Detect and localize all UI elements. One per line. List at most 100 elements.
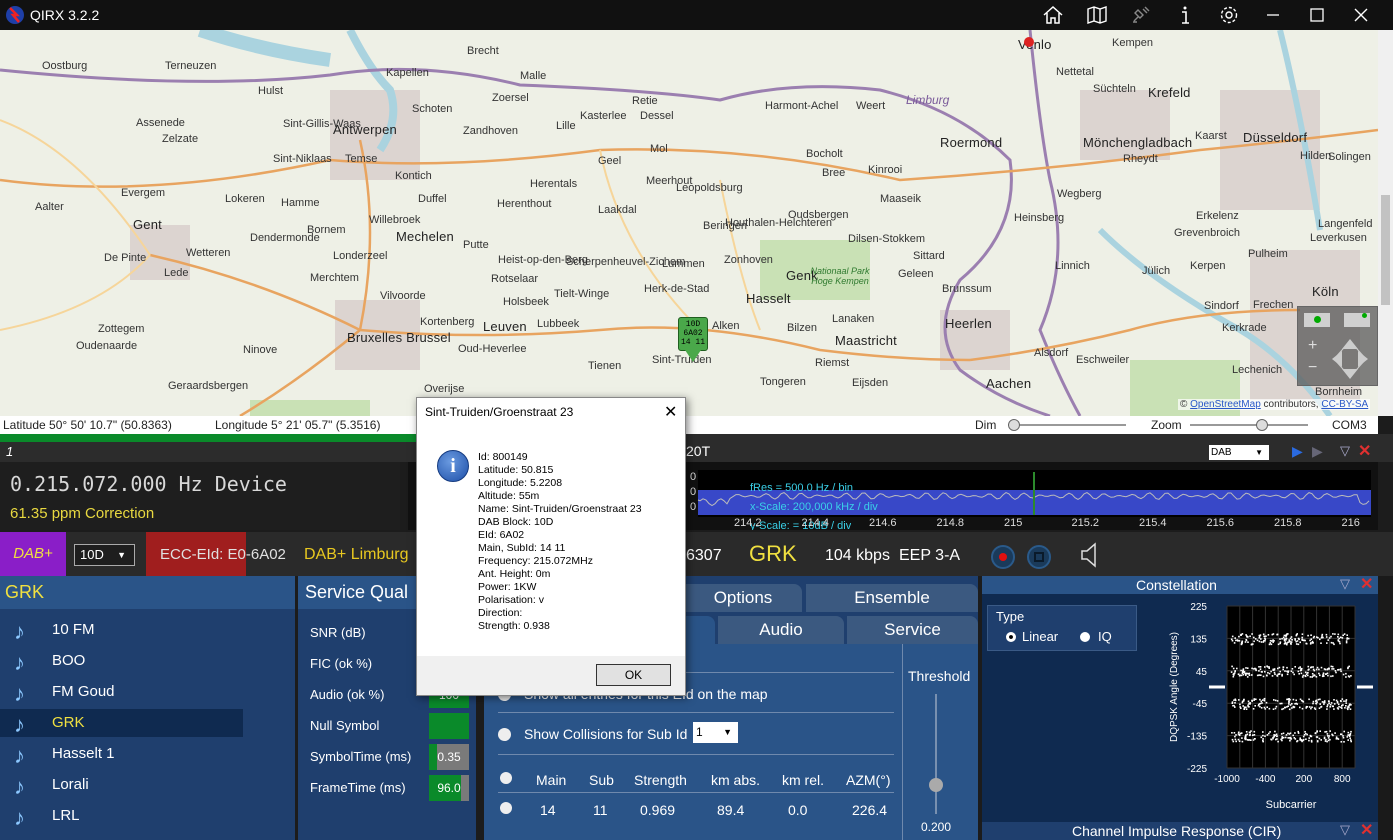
tab-ensemble[interactable]: Ensemble <box>806 584 978 612</box>
constellation-point <box>1304 671 1307 674</box>
constellation-point <box>1274 699 1277 702</box>
close-panel-icon[interactable]: ✕ <box>1360 820 1373 840</box>
quality-label: SymbolTime (ms) <box>310 749 412 764</box>
constellation-point <box>1276 735 1278 737</box>
scrollbar-thumb[interactable] <box>1381 195 1390 305</box>
constellation-point <box>1281 708 1283 711</box>
map-place-label: Hulst <box>258 85 284 97</box>
speaker-icon[interactable] <box>1078 542 1102 568</box>
transmitter-marker[interactable]: 10D 6A02 14 11 <box>678 317 708 351</box>
header-checkbox[interactable] <box>500 772 512 784</box>
zoom-in-icon[interactable]: + <box>1308 337 1317 355</box>
constellation-point <box>1282 707 1285 710</box>
spec-xtick: 214.8 <box>936 517 965 529</box>
y-tick-label: -45 <box>1193 699 1208 710</box>
mode-select[interactable]: DAB ▼ <box>1209 445 1269 460</box>
service-list-item[interactable]: ♪ LRL <box>0 802 243 830</box>
service-list-item[interactable]: ♪ 10 FM <box>0 616 243 644</box>
service-list-item[interactable]: ♪ FM Goud <box>0 678 243 706</box>
constellation-point <box>1342 735 1344 737</box>
home-icon[interactable] <box>1041 4 1065 26</box>
map-place-label: Lechenich <box>1232 364 1283 376</box>
constellation-point <box>1233 732 1236 734</box>
map-place-label: Roermond <box>940 135 1003 150</box>
constellation-point <box>1264 666 1266 668</box>
spec-xtick: 214.4 <box>801 517 830 529</box>
constellation-point <box>1341 704 1343 707</box>
constellation-point <box>1314 708 1317 710</box>
layer-toggle-button[interactable] <box>1304 313 1330 327</box>
row-checkbox[interactable] <box>500 802 512 814</box>
collapse-icon[interactable]: ▽ <box>1340 822 1350 838</box>
dim-slider-thumb[interactable] <box>1008 419 1020 431</box>
constellation-point <box>1327 639 1329 641</box>
map-icon[interactable] <box>1085 4 1109 26</box>
map-place-label: Linnich <box>1055 260 1090 272</box>
play-icon[interactable]: ▶ <box>1292 443 1303 460</box>
layer-toggle-button[interactable] <box>1344 313 1370 327</box>
record-button[interactable] <box>991 545 1015 569</box>
map-place-label: Oostburg <box>42 60 88 72</box>
tab-active[interactable] <box>684 616 715 644</box>
constellation-point <box>1346 736 1349 738</box>
dialog-line: Latitude: 50.815 <box>478 464 554 476</box>
threshold-slider-thumb[interactable] <box>929 778 943 792</box>
zoom-out-icon[interactable]: − <box>1308 359 1317 377</box>
constellation-point <box>1265 635 1267 637</box>
constellation-point <box>1341 637 1344 639</box>
constellation-point <box>1318 672 1320 675</box>
constellation-point <box>1262 740 1264 743</box>
collapse-icon[interactable]: ▽ <box>1340 576 1350 592</box>
step-icon[interactable]: ▶ <box>1312 443 1323 460</box>
close-panel-icon[interactable]: ✕ <box>1360 574 1373 594</box>
map-view[interactable]: Oostburg Terneuzen Hulst Brecht Kapellen Mall… <box>0 30 1378 416</box>
service-list-item[interactable]: ♪ Hasselt 1 <box>0 740 243 768</box>
constellation-point <box>1260 641 1263 643</box>
threshold-slider[interactable] <box>929 694 943 814</box>
map-place-label: Erkelenz <box>1196 210 1239 222</box>
service-list-item[interactable]: ♪ BOO <box>0 647 243 675</box>
collapse-icon[interactable]: ▽ <box>1340 443 1350 459</box>
tab-audio[interactable]: Audio <box>718 616 844 644</box>
tab-service[interactable]: Service <box>847 616 978 644</box>
info-icon[interactable] <box>1173 4 1197 26</box>
constellation-point <box>1347 739 1349 741</box>
spec-xtick: 215 <box>1004 517 1023 529</box>
osm-link[interactable]: OpenStreetMap <box>1190 399 1261 410</box>
show-collisions-radio[interactable] <box>498 728 511 741</box>
service-list-item[interactable]: ♪ Lorali <box>0 771 243 799</box>
map-scrollbar[interactable] <box>1378 30 1393 416</box>
zoom-slider-thumb[interactable] <box>1255 419 1268 431</box>
spec-xtick: 214.6 <box>869 517 897 529</box>
minimize-icon[interactable] <box>1261 4 1285 26</box>
constellation-point <box>1294 738 1297 740</box>
constellation-point <box>1321 635 1323 637</box>
constellation-point <box>1326 668 1329 671</box>
constellation-point <box>1282 666 1285 668</box>
stop-button[interactable] <box>1027 545 1051 569</box>
dialog-close-icon[interactable]: ✕ <box>664 402 677 422</box>
dialog-line: Ant. Height: 0m <box>478 568 551 580</box>
constellation-point <box>1253 640 1255 643</box>
tab-options[interactable]: Options <box>684 584 802 612</box>
close-icon[interactable] <box>1349 4 1373 26</box>
constellation-point <box>1258 666 1260 668</box>
gear-icon[interactable] <box>1217 4 1241 26</box>
close-panel-icon[interactable]: ✕ <box>1358 441 1371 461</box>
license-link[interactable]: CC-BY-SA <box>1321 399 1368 410</box>
map-place-label: Leuven <box>483 319 527 334</box>
longitude-readout: Longitude 5° 21' 05.7" (5.3516) <box>215 418 381 432</box>
maximize-icon[interactable] <box>1305 4 1329 26</box>
pan-arrows-icon[interactable] <box>1330 337 1370 381</box>
constellation-point <box>1269 731 1271 733</box>
satellite-icon[interactable] <box>1129 4 1153 26</box>
zoom-slider[interactable] <box>1190 419 1308 431</box>
sub-id-select[interactable]: 1 ▼ <box>693 722 738 743</box>
map-place-label: Geel <box>598 155 622 167</box>
dim-slider[interactable] <box>1008 419 1126 431</box>
constellation-point <box>1287 670 1290 672</box>
ok-button[interactable]: OK <box>596 664 671 686</box>
service-list-item[interactable]: ♪ GRK <box>0 709 243 737</box>
channel-select[interactable]: 10D ▼ <box>74 544 135 566</box>
constellation-point <box>1259 705 1261 708</box>
